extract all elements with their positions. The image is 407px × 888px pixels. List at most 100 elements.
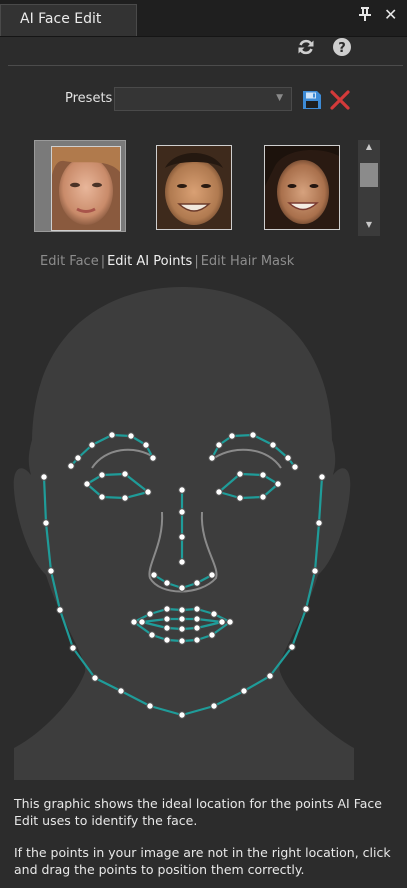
landmark-point[interactable] — [144, 488, 152, 496]
landmark-point[interactable] — [178, 508, 186, 516]
close-icon[interactable]: ✕ — [384, 5, 397, 24]
landmark-point[interactable] — [138, 618, 146, 626]
landmark-point[interactable] — [42, 519, 50, 527]
landmark-point[interactable] — [127, 432, 135, 440]
landmark-point[interactable] — [208, 571, 216, 579]
chevron-down-icon: ▼ — [276, 93, 283, 103]
landmark-point[interactable] — [163, 579, 171, 587]
landmark-point[interactable] — [236, 494, 244, 502]
landmark-point[interactable] — [236, 470, 244, 478]
landmark-point[interactable] — [284, 454, 292, 462]
landmark-point[interactable] — [249, 431, 257, 439]
landmark-point[interactable] — [178, 615, 186, 623]
landmark-point[interactable] — [121, 494, 129, 502]
landmark-point[interactable] — [311, 567, 319, 575]
landmark-point[interactable] — [142, 441, 150, 449]
landmark-point[interactable] — [83, 480, 91, 488]
landmark-point[interactable] — [130, 618, 138, 626]
landmark-point[interactable] — [215, 488, 223, 496]
landmark-point[interactable] — [193, 615, 201, 623]
thumbnail-face-3[interactable] — [248, 140, 340, 232]
landmark-point[interactable] — [178, 711, 186, 719]
landmark-point[interactable] — [193, 624, 201, 632]
landmark-point[interactable] — [163, 615, 171, 623]
info-text-ideal-location: This graphic shows the ideal location fo… — [14, 796, 382, 828]
landmark-point[interactable] — [208, 454, 216, 462]
landmark-point[interactable] — [163, 605, 171, 613]
landmark-point[interactable] — [178, 625, 186, 633]
landmark-point[interactable] — [269, 441, 277, 449]
pin-icon[interactable] — [358, 6, 372, 26]
landmark-point[interactable] — [56, 606, 64, 614]
save-icon[interactable] — [302, 90, 322, 110]
tab-edit-ai-points[interactable]: Edit AI Points — [107, 254, 192, 269]
landmark-point[interactable] — [266, 672, 274, 680]
thumbnails-scrollbar[interactable]: ▲ ▼ — [358, 140, 380, 236]
landmark-point[interactable] — [218, 618, 226, 626]
tab-edit-hair-mask[interactable]: Edit Hair Mask — [201, 254, 295, 269]
thumbnail-face-2[interactable] — [140, 140, 232, 232]
landmark-point[interactable] — [240, 687, 248, 695]
landmark-point[interactable] — [150, 571, 158, 579]
landmark-point[interactable] — [74, 454, 82, 462]
landmark-point[interactable] — [291, 463, 299, 471]
thumbnail-face-1[interactable] — [34, 140, 126, 232]
landmark-point[interactable] — [288, 643, 296, 651]
edit-mode-tabs: Edit Face | Edit AI Points | Edit Hair Mask — [40, 254, 294, 269]
face-thumbnail-image — [51, 146, 121, 231]
landmark-point[interactable] — [163, 636, 171, 644]
landmark-point[interactable] — [98, 471, 106, 479]
scroll-down-arrow-icon[interactable]: ▼ — [358, 220, 380, 234]
landmark-point[interactable] — [259, 471, 267, 479]
landmark-point[interactable] — [208, 631, 216, 639]
help-icon[interactable]: ? — [332, 37, 352, 57]
landmark-point[interactable] — [91, 674, 99, 682]
face-thumbnail-image — [264, 145, 340, 230]
preset-thumbnails — [30, 136, 380, 240]
landmark-point[interactable] — [178, 533, 186, 541]
landmark-point[interactable] — [274, 480, 282, 488]
landmark-point[interactable] — [193, 605, 201, 613]
landmark-point[interactable] — [315, 519, 323, 527]
tab-edit-face[interactable]: Edit Face — [40, 254, 99, 269]
landmark-point[interactable] — [178, 584, 186, 592]
landmark-point[interactable] — [117, 687, 125, 695]
landmark-point[interactable] — [40, 473, 48, 481]
landmark-point[interactable] — [108, 431, 116, 439]
landmark-point[interactable] — [178, 558, 186, 566]
landmark-point[interactable] — [318, 473, 326, 481]
landmark-point[interactable] — [178, 486, 186, 494]
landmark-point[interactable] — [178, 606, 186, 614]
landmark-point[interactable] — [163, 624, 171, 632]
landmark-point[interactable] — [69, 644, 77, 652]
landmark-point[interactable] — [121, 470, 129, 478]
landmark-point[interactable] — [193, 579, 201, 587]
landmark-point[interactable] — [228, 432, 236, 440]
presets-label: Presets — [65, 91, 113, 106]
landmark-point[interactable] — [193, 636, 201, 644]
refresh-icon[interactable] — [296, 37, 316, 57]
landmark-point[interactable] — [47, 567, 55, 575]
landmark-point[interactable] — [178, 637, 186, 645]
landmark-point[interactable] — [148, 631, 156, 639]
landmark-point[interactable] — [146, 702, 154, 710]
landmark-point[interactable] — [226, 618, 234, 626]
svg-text:?: ? — [338, 41, 346, 56]
presets-dropdown[interactable]: ▼ — [114, 87, 292, 111]
scrollbar-thumb[interactable] — [360, 163, 378, 187]
face-points-canvas[interactable] — [0, 280, 407, 785]
landmark-point[interactable] — [146, 610, 154, 618]
scroll-up-arrow-icon[interactable]: ▲ — [358, 142, 380, 156]
delete-icon[interactable] — [330, 90, 350, 110]
landmark-point[interactable] — [210, 702, 218, 710]
landmark-point[interactable] — [259, 493, 267, 501]
landmark-point[interactable] — [302, 605, 310, 613]
landmark-point[interactable] — [215, 441, 223, 449]
landmark-point[interactable] — [149, 454, 157, 462]
panel-tab[interactable]: AI Face Edit — [0, 4, 137, 36]
landmark-point[interactable] — [88, 441, 96, 449]
landmark-point[interactable] — [67, 462, 75, 470]
panel-titlebar: AI Face Edit ✕ — [0, 0, 407, 37]
landmark-point[interactable] — [210, 610, 218, 618]
landmark-point[interactable] — [98, 493, 106, 501]
